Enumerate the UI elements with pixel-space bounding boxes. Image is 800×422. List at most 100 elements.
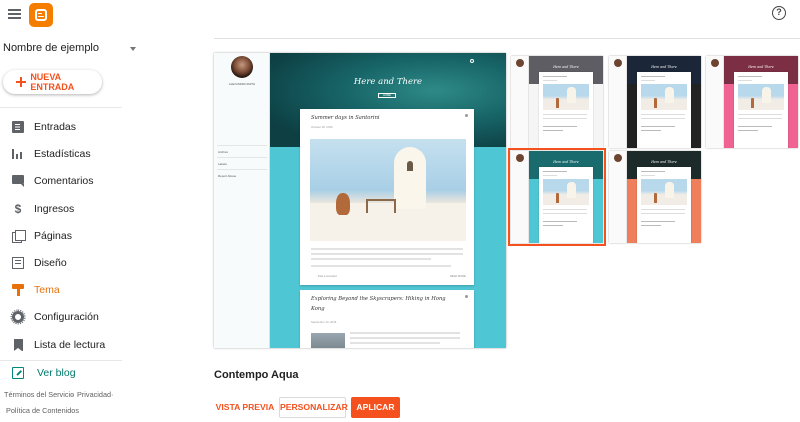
sidebar-item-entradas[interactable]: Entradas [0, 116, 122, 138]
thumbnail-title: Here and There [651, 160, 677, 164]
preview-post-photo [311, 333, 345, 348]
thumbnail-avatar [614, 154, 622, 162]
preview-site-title: Here and There [353, 77, 423, 87]
help-icon[interactable]: ? [772, 6, 786, 20]
preview-archive-link: Archive [218, 150, 229, 154]
top-bar: ? [0, 0, 800, 30]
thumbnail-card [637, 167, 691, 243]
thumbnail-title: Here and There [553, 65, 579, 69]
thumbnail-sidebar [706, 56, 724, 148]
sidebar-item-label: Configuración [34, 311, 99, 323]
preview-text-line [311, 253, 463, 255]
view-blog-label: Ver blog [37, 367, 76, 379]
preview-report-link: Report Abuse [218, 174, 237, 178]
preview-text-line [350, 337, 460, 339]
preview-home-button: HOME [378, 93, 396, 98]
preview-bio [219, 88, 265, 91]
caret-down-icon [130, 47, 136, 51]
thumbnail-card [539, 167, 593, 243]
header-divider [214, 38, 800, 39]
preview-read-more: READ MORE [450, 275, 466, 278]
terms-link[interactable]: Términos del Servicio [4, 390, 74, 399]
posts-icon [12, 121, 24, 133]
sidebar-item-label: Comentarios [34, 175, 94, 187]
plus-icon [16, 77, 27, 87]
new-post-button[interactable]: NUEVA ENTRADA [3, 70, 102, 94]
layout-icon [12, 257, 24, 269]
sidebar-item-comentarios[interactable]: Comentarios [0, 170, 122, 192]
thumbnail-avatar [614, 59, 622, 67]
sidebar-item-lista-de-lectura[interactable]: Lista de lectura [0, 334, 122, 356]
sidebar-item-label: Ingresos [34, 203, 75, 215]
preview-avatar [231, 56, 253, 78]
theme-preview[interactable]: ALEXANDRA SMITH Archive Labels Report Ab… [214, 53, 506, 348]
sidebar-divider [0, 360, 122, 361]
theme-thumbnail[interactable]: Here and There [508, 148, 606, 246]
theme-thumbnail[interactable]: Here and There [511, 56, 603, 148]
preview-post-title: Exploring Beyond the Skyscrapers: Hiking… [311, 296, 446, 302]
theme-thumbnail[interactable]: Here and There [609, 151, 701, 243]
thumbnail-sidebar [511, 56, 529, 148]
search-icon [470, 59, 474, 63]
sidebar-item-tema[interactable]: Tema [0, 279, 122, 301]
sidebar-item-label: Estadísticas [34, 148, 91, 160]
gear-icon [12, 311, 24, 323]
theme-thumbnail[interactable]: Here and There [609, 56, 701, 148]
sidebar-item-label: Páginas [34, 230, 72, 242]
sidebar-item-ingresos[interactable]: $ Ingresos [0, 198, 122, 220]
sidebar-item-label: Entradas [34, 121, 77, 133]
theme-thumbnail[interactable]: Here and There [706, 56, 798, 148]
sidebar-item-configuracion[interactable]: Configuración [0, 306, 122, 328]
preview-labels-link: Labels [218, 162, 227, 166]
stats-icon [12, 148, 24, 160]
preview-text-line [311, 265, 451, 267]
customize-button[interactable]: PERSONALIZAR [279, 397, 348, 418]
pages-icon [12, 230, 26, 243]
thumbnail-sidebar [609, 151, 627, 243]
preview-divider [217, 157, 267, 158]
footer-separator: · [111, 390, 114, 399]
sidebar-item-label: Tema [34, 284, 60, 296]
new-post-label: NUEVA ENTRADA [30, 72, 75, 92]
preview-post-card: Summer days in Santorini October 18, 201… [300, 109, 474, 285]
privacy-link[interactable]: Privacidad [77, 390, 111, 399]
preview-sidebar: ALEXANDRA SMITH Archive Labels Report Ab… [214, 53, 270, 348]
thumbnail-card [637, 72, 691, 148]
preview-author-name: ALEXANDRA SMITH [228, 82, 256, 86]
blog-selector[interactable]: Nombre de ejemplo [3, 42, 139, 58]
preview-divider [217, 145, 267, 146]
apply-button[interactable]: APLICAR [351, 397, 400, 418]
content-policy-link[interactable]: Política de Contenidos [6, 406, 79, 415]
preview-post-date: September 13, 2016 [311, 320, 337, 324]
sidebar-divider [0, 107, 122, 108]
preview-post-card: Exploring Beyond the Skyscrapers: Hiking… [300, 290, 474, 348]
sidebar-item-estadisticas[interactable]: Estadísticas [0, 143, 122, 165]
view-blog-link[interactable]: Ver blog [0, 362, 122, 384]
preview-button[interactable]: VISTA PREVIA [214, 397, 276, 418]
thumbnail-title: Here and There [553, 160, 579, 164]
paint-roller-icon [12, 284, 24, 296]
dollar-icon: $ [14, 202, 22, 216]
thumbnail-card [539, 72, 593, 148]
blogger-logo[interactable] [29, 3, 53, 27]
hamburger-icon[interactable] [8, 9, 21, 19]
sidebar-item-label: Lista de lectura [34, 339, 106, 351]
comment-icon [12, 175, 24, 187]
thumbnail-sidebar [609, 56, 627, 148]
sidebar-item-label: Diseño [34, 257, 67, 269]
share-icon [465, 295, 468, 298]
preview-text-line [311, 258, 431, 260]
preview-text-line [350, 342, 440, 344]
preview-comment-link: Post a comment [318, 275, 337, 278]
preview-divider [217, 169, 267, 170]
sidebar-item-diseno[interactable]: Diseño [0, 252, 122, 274]
selected-theme-name: Contempo Aqua [214, 369, 299, 381]
thumbnail-title: Here and There [748, 65, 774, 69]
preview-post-title: Kong [311, 306, 325, 312]
preview-post-date: October 18, 2016 [311, 125, 333, 129]
blog-name: Nombre de ejemplo [3, 42, 99, 54]
preview-post-title: Summer days in Santorini [311, 115, 380, 121]
thumbnail-card [734, 72, 788, 148]
sidebar-item-paginas[interactable]: Páginas [0, 225, 122, 247]
open-in-new-icon [12, 367, 24, 379]
